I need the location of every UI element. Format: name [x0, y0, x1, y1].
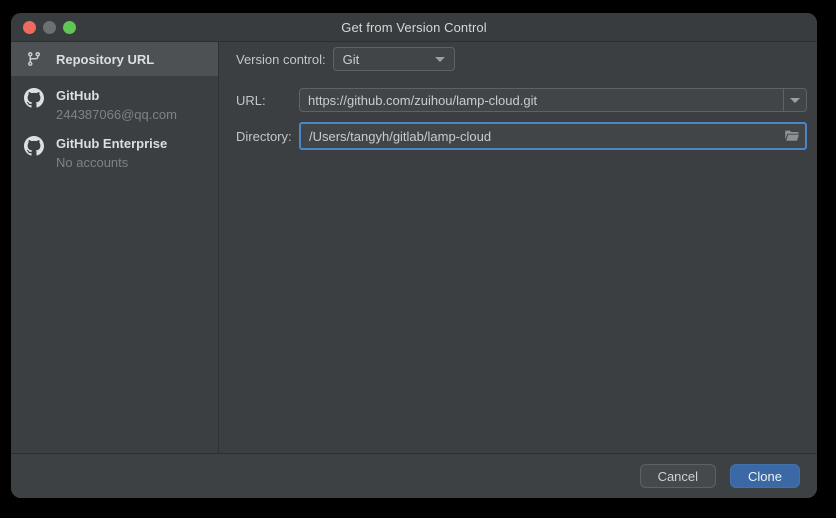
zoom-button[interactable]: [63, 21, 76, 34]
close-button[interactable]: [23, 21, 36, 34]
github-icon: [11, 86, 56, 108]
sidebar-item-label: Repository URL: [56, 50, 154, 69]
chevron-down-icon: [435, 57, 445, 62]
sidebar: Repository URL GitHub 244387066@qq.com: [11, 42, 219, 453]
version-control-value: Git: [343, 52, 360, 67]
url-input[interactable]: [300, 89, 783, 111]
sidebar-item-github[interactable]: GitHub 244387066@qq.com: [11, 86, 218, 124]
directory-label: Directory:: [236, 129, 299, 144]
browse-folder-button[interactable]: [779, 128, 805, 144]
sidebar-item-label: GitHub: [56, 86, 177, 105]
url-dropdown-button[interactable]: [783, 89, 806, 111]
dialog-footer: Cancel Clone: [11, 453, 817, 498]
git-branch-icon: [11, 51, 56, 67]
cancel-button[interactable]: Cancel: [640, 464, 716, 488]
get-from-version-control-dialog: Get from Version Control Repository URL: [11, 13, 817, 498]
minimize-button: [43, 21, 56, 34]
sidebar-item-subtitle: 244387066@qq.com: [56, 105, 177, 124]
sidebar-item-repository-url[interactable]: Repository URL: [11, 42, 218, 76]
sidebar-item-label: GitHub Enterprise: [56, 134, 167, 153]
version-control-select[interactable]: Git: [333, 47, 455, 71]
sidebar-item-github-enterprise[interactable]: GitHub Enterprise No accounts: [11, 134, 218, 172]
clone-button[interactable]: Clone: [730, 464, 800, 488]
chevron-down-icon: [790, 98, 800, 103]
directory-input[interactable]: [301, 129, 779, 144]
url-combobox: [299, 88, 807, 112]
traffic-lights: [23, 21, 76, 34]
window-title: Get from Version Control: [341, 20, 486, 35]
titlebar: Get from Version Control: [11, 13, 817, 42]
folder-icon: [784, 128, 800, 144]
url-label: URL:: [236, 93, 299, 108]
version-control-label: Version control:: [236, 52, 326, 67]
directory-field: [299, 122, 807, 150]
main-panel: Version control: Git URL: Directory:: [219, 42, 817, 453]
github-icon: [11, 134, 56, 156]
sidebar-item-subtitle: No accounts: [56, 153, 167, 172]
